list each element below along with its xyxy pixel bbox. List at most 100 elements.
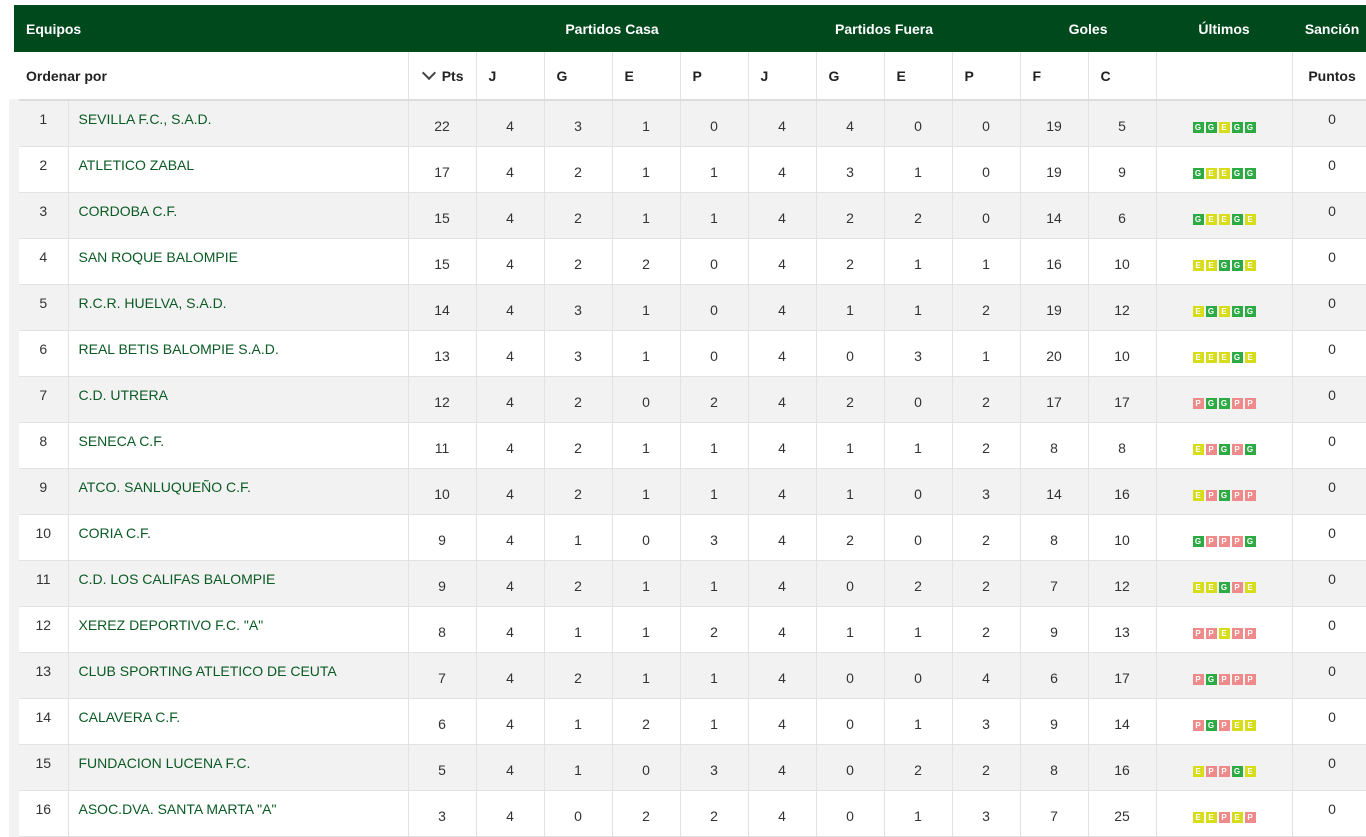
stat-ag-cell: 0 bbox=[816, 330, 885, 377]
stat-he-cell: 0 bbox=[612, 376, 681, 423]
result-badge: G bbox=[1218, 397, 1230, 409]
sanction-points-cell: 0 bbox=[1292, 146, 1366, 193]
result-badge: E bbox=[1192, 351, 1204, 363]
stat-hp-cell: 2 bbox=[680, 790, 749, 837]
last-results-cell: EGEGG bbox=[1156, 284, 1293, 331]
last-results-cell: EEEGE bbox=[1156, 330, 1293, 377]
stat-hg-cell: 2 bbox=[544, 146, 613, 193]
stat-c-cell: 6 bbox=[1088, 192, 1157, 239]
result-badge: E bbox=[1192, 305, 1204, 317]
stat-hj-cell: 4 bbox=[476, 698, 545, 745]
result-badge: P bbox=[1231, 535, 1243, 547]
col-away-j[interactable]: J bbox=[748, 52, 817, 101]
team-name-link[interactable]: ATCO. SANLUQUEÑO C.F. bbox=[68, 468, 409, 515]
stat-c-cell: 9 bbox=[1088, 146, 1157, 193]
sanction-points-cell: 0 bbox=[1292, 468, 1366, 515]
stat-pts-cell: 10 bbox=[408, 468, 477, 515]
result-badge: E bbox=[1205, 811, 1217, 823]
result-badge: G bbox=[1244, 305, 1256, 317]
stat-he-cell: 1 bbox=[612, 468, 681, 515]
result-badge: G bbox=[1192, 167, 1204, 179]
result-badge: G bbox=[1218, 489, 1230, 501]
stat-he-cell: 1 bbox=[612, 146, 681, 193]
table-row: 10 CORIA C.F. 9 4 1 0 3 4 2 0 2 8 10 G P P P G 0 bbox=[9, 514, 1366, 561]
team-name-link[interactable]: CORDOBA C.F. bbox=[68, 192, 409, 239]
col-away-p[interactable]: P bbox=[952, 52, 1021, 101]
team-name-link[interactable]: SAN ROQUE BALOMPIE bbox=[68, 238, 409, 285]
result-badge: E bbox=[1231, 719, 1243, 731]
stat-aj-cell: 4 bbox=[748, 330, 817, 377]
team-name-link[interactable]: REAL BETIS BALOMPIE S.A.D. bbox=[68, 330, 409, 377]
stat-hp-cell: 1 bbox=[680, 422, 749, 469]
col-away-g[interactable]: G bbox=[816, 52, 885, 101]
team-name-link[interactable]: XEREZ DEPORTIVO F.C. "A" bbox=[68, 606, 409, 653]
result-badge: E bbox=[1244, 581, 1256, 593]
team-name-link[interactable]: CALAVERA C.F. bbox=[68, 698, 409, 745]
result-badge: G bbox=[1205, 305, 1217, 317]
sort-pts-button[interactable]: Pts bbox=[408, 52, 477, 101]
position-cell: 14 bbox=[9, 698, 69, 745]
team-name-link[interactable]: FUNDACION LUCENA F.C. bbox=[68, 744, 409, 791]
stat-hp-cell: 3 bbox=[680, 514, 749, 561]
stat-aj-cell: 4 bbox=[748, 238, 817, 285]
result-badge: P bbox=[1192, 397, 1204, 409]
result-badge: P bbox=[1231, 627, 1243, 639]
stat-aj-cell: 4 bbox=[748, 790, 817, 837]
stat-he-cell: 1 bbox=[612, 284, 681, 331]
team-name-link[interactable]: C.D. UTRERA bbox=[68, 376, 409, 423]
stat-hj-cell: 4 bbox=[476, 284, 545, 331]
stat-ag-cell: 1 bbox=[816, 468, 885, 515]
stat-hj-cell: 4 bbox=[476, 146, 545, 193]
stat-c-cell: 16 bbox=[1088, 468, 1157, 515]
stat-he-cell: 1 bbox=[612, 100, 681, 147]
stat-f-cell: 14 bbox=[1020, 192, 1089, 239]
stat-ap-cell: 0 bbox=[952, 146, 1021, 193]
stat-ag-cell: 1 bbox=[816, 422, 885, 469]
result-badge: P bbox=[1192, 719, 1204, 731]
stat-hp-cell: 0 bbox=[680, 284, 749, 331]
stat-c-cell: 17 bbox=[1088, 652, 1157, 699]
col-goals-f[interactable]: F bbox=[1020, 52, 1089, 101]
team-name-link[interactable]: CLUB SPORTING ATLETICO DE CEUTA bbox=[68, 652, 409, 699]
position-cell: 13 bbox=[9, 652, 69, 699]
col-home-j[interactable]: J bbox=[476, 52, 545, 101]
stat-f-cell: 8 bbox=[1020, 744, 1089, 791]
table-row: 14 CALAVERA C.F. 6 4 1 2 1 4 0 1 3 9 14 P G P E E 0 bbox=[9, 698, 1366, 745]
stat-pts-cell: 13 bbox=[408, 330, 477, 377]
stat-he-cell: 1 bbox=[612, 606, 681, 653]
table-row: 15 FUNDACION LUCENA F.C. 5 4 1 0 3 4 0 2 2 8 16 E P P G E… bbox=[9, 744, 1366, 791]
table-header-groups: Equipos Partidos Casa Partidos Fuera Gol… bbox=[14, 5, 1366, 52]
standings-table: Equipos Partidos Casa Partidos Fuera Gol… bbox=[9, 5, 1366, 837]
stat-aj-cell: 4 bbox=[748, 146, 817, 193]
col-home-e[interactable]: E bbox=[612, 52, 681, 101]
col-pts: Pts bbox=[441, 67, 464, 84]
team-name-link[interactable]: ATLETICO ZABAL bbox=[68, 146, 409, 193]
team-name-link[interactable]: ASOC.DVA. SANTA MARTA "A" bbox=[68, 790, 409, 837]
stat-ap-cell: 2 bbox=[952, 422, 1021, 469]
col-goals-c[interactable]: C bbox=[1088, 52, 1157, 101]
stat-ae-cell: 0 bbox=[884, 514, 953, 561]
team-name-link[interactable]: R.C.R. HUELVA, S.A.D. bbox=[68, 284, 409, 331]
team-name-link[interactable]: C.D. LOS CALIFAS BALOMPIE bbox=[68, 560, 409, 607]
stat-hg-cell: 3 bbox=[544, 100, 613, 147]
result-badge: E bbox=[1192, 811, 1204, 823]
col-away-e[interactable]: E bbox=[884, 52, 953, 101]
stat-ap-cell: 2 bbox=[952, 514, 1021, 561]
stat-f-cell: 8 bbox=[1020, 514, 1089, 561]
result-badge: P bbox=[1231, 443, 1243, 455]
result-badge: P bbox=[1192, 673, 1204, 685]
team-name-link[interactable]: SEVILLA F.C., S.A.D. bbox=[68, 100, 409, 147]
stat-c-cell: 5 bbox=[1088, 100, 1157, 147]
stat-c-cell: 12 bbox=[1088, 560, 1157, 607]
col-home-p[interactable]: P bbox=[680, 52, 749, 101]
team-name-link[interactable]: SENECA C.F. bbox=[68, 422, 409, 469]
col-home-g[interactable]: G bbox=[544, 52, 613, 101]
result-badge: E bbox=[1192, 489, 1204, 501]
table-row: 11 C.D. LOS CALIFAS BALOMPIE 9 4 2 1 1 4 0 2 2 7 12 E… bbox=[9, 560, 1366, 607]
result-badge: P bbox=[1231, 489, 1243, 501]
team-name-link[interactable]: CORIA C.F. bbox=[68, 514, 409, 561]
stat-ap-cell: 2 bbox=[952, 376, 1021, 423]
table-header-columns: Ordenar por Pts J G E P J G E P F C Punt… bbox=[14, 52, 1366, 101]
header-equipos: Equipos bbox=[14, 5, 409, 52]
stat-ag-cell: 2 bbox=[816, 238, 885, 285]
